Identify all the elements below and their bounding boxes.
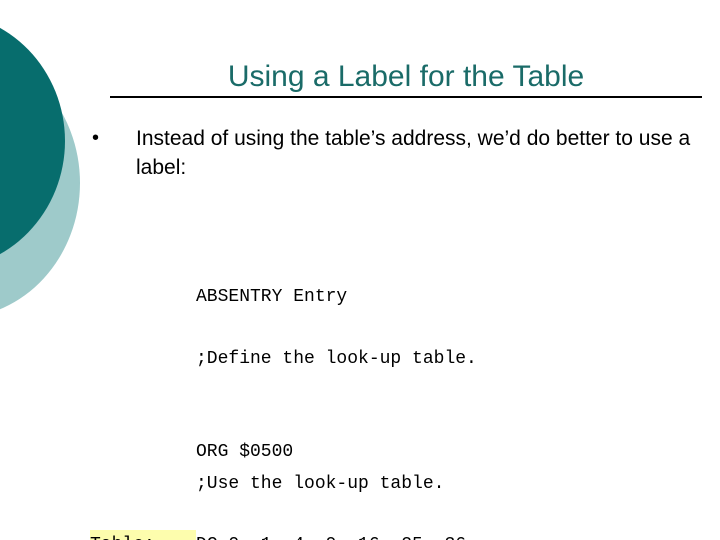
bullet-marker-icon: •: [92, 127, 100, 149]
code-line-define-comment: ;Define the look-up table.: [90, 344, 477, 375]
bullet-item-text: Instead of using the table’s address, we…: [136, 127, 691, 179]
code-line-use-comment: ;Use the look-up table.: [90, 469, 563, 500]
code-text-define-comment: ;Define the look-up table.: [196, 349, 477, 369]
bullet-list-item: • Instead of using the table’s address, …: [88, 124, 698, 182]
page-title: Using a Label for the Table: [227, 60, 585, 93]
code-label-gutter-empty: [90, 469, 196, 500]
code-label-gutter-empty: [90, 344, 196, 375]
title-underline-rule: [110, 96, 702, 98]
title-block: Using a Label for the Table: [110, 60, 702, 98]
slide-canvas: Using a Label for the Table • Instead of…: [0, 0, 720, 540]
code-listing-use-table: ;Use the look-up table. ORG $2000 Entry:…: [90, 407, 563, 540]
code-text-use-comment: ;Use the look-up table.: [196, 474, 445, 494]
